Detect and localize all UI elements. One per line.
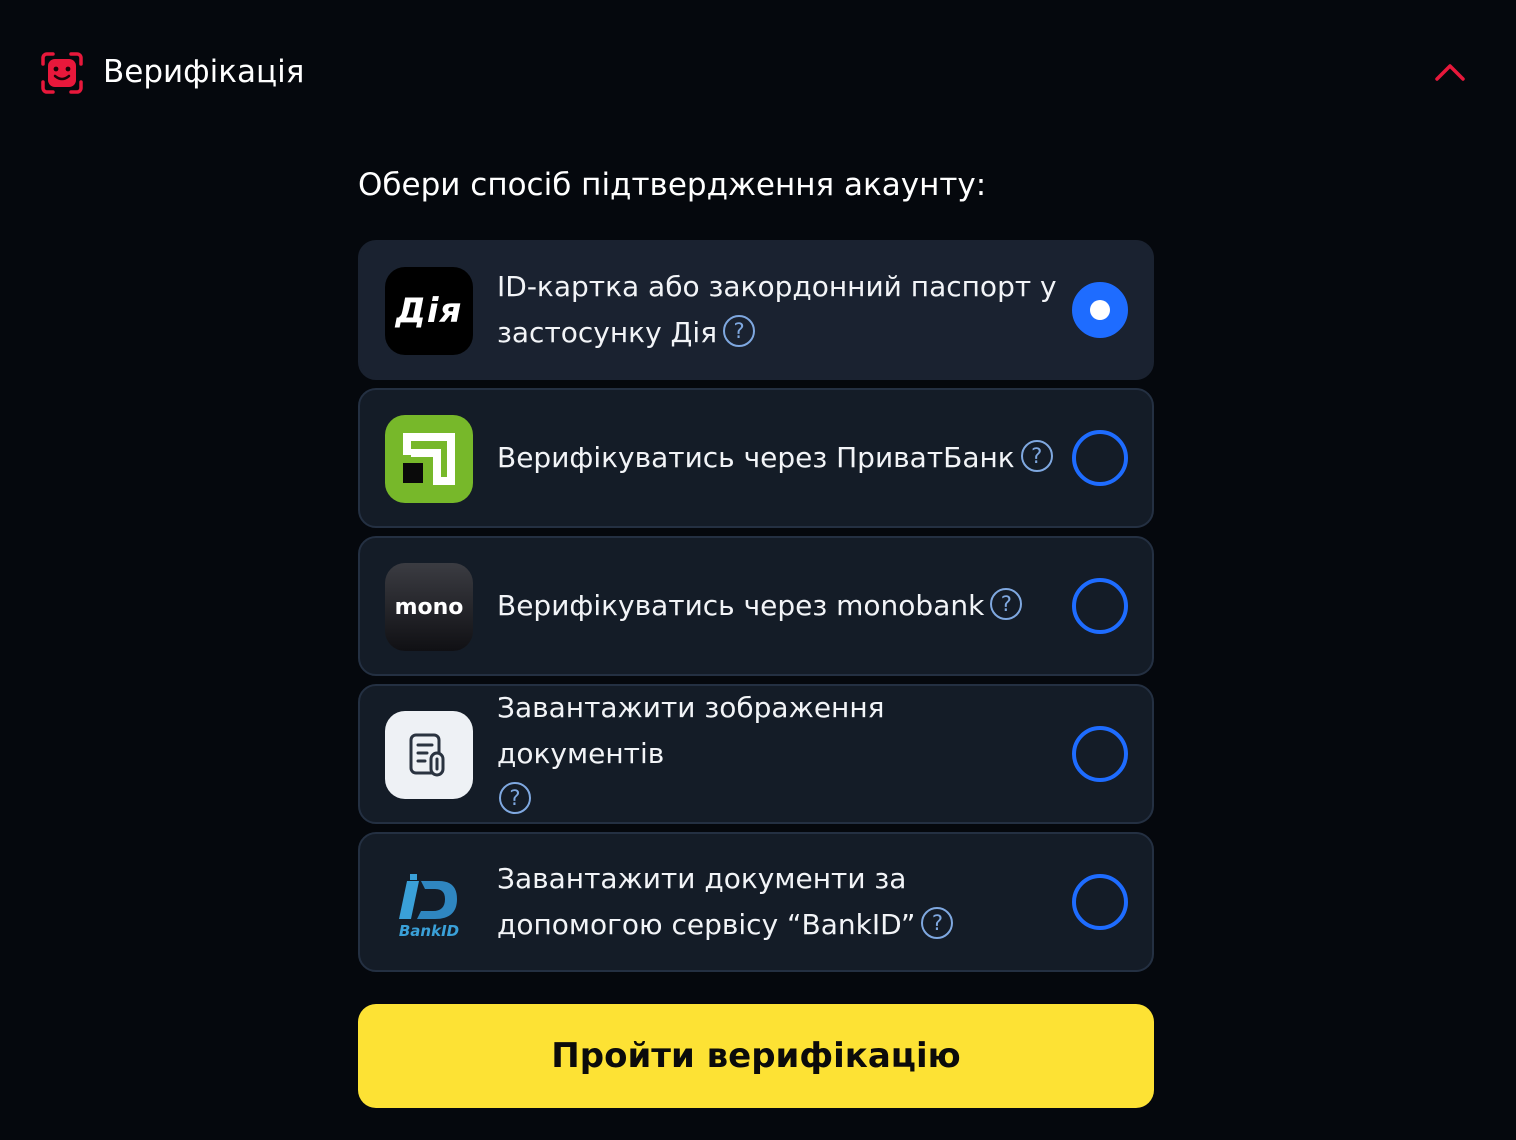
option-label: Верифікуватись через monobank <box>497 589 985 622</box>
option-document-upload[interactable]: Завантажити зображення документів? <box>358 684 1154 824</box>
bankid-logo-text: BankID <box>399 922 459 940</box>
help-icon[interactable]: ? <box>990 588 1023 620</box>
diia-logo: Дія <box>385 267 473 355</box>
diia-logo-text: Дія <box>395 291 463 331</box>
option-bankid[interactable]: BankID Завантажити документи за допомого… <box>358 832 1154 972</box>
verification-options: Дія ID-картка або закордонний паспорт у … <box>358 240 1154 980</box>
option-label: ID-картка або закордонний паспорт у заст… <box>497 270 1057 349</box>
privatbank-logo <box>385 415 473 503</box>
option-label: Завантажити зображення документів <box>497 691 885 770</box>
option-label: Верифікуватись через ПриватБанк <box>497 441 1015 474</box>
help-icon[interactable]: ? <box>1020 440 1053 472</box>
monobank-logo-text: mono <box>394 594 464 620</box>
section-header: Верифікація <box>0 0 1516 145</box>
radio-diia[interactable] <box>1072 282 1128 338</box>
monobank-logo: mono <box>385 563 473 651</box>
help-icon[interactable]: ? <box>499 782 531 814</box>
bankid-logo: BankID <box>385 859 473 947</box>
document-upload-icon <box>385 711 473 799</box>
section-title: Верифікація <box>103 54 305 90</box>
option-privatbank[interactable]: Верифікуватись через ПриватБанк? <box>358 388 1154 528</box>
option-diia[interactable]: Дія ID-картка або закордонний паспорт у … <box>358 240 1154 380</box>
chevron-up-icon <box>1435 64 1465 81</box>
option-monobank[interactable]: mono Верифікуватись через monobank? <box>358 536 1154 676</box>
radio-privatbank[interactable] <box>1072 430 1128 486</box>
help-icon[interactable]: ? <box>723 315 756 347</box>
radio-monobank[interactable] <box>1072 578 1128 634</box>
collapse-button[interactable] <box>1428 52 1472 92</box>
face-scan-icon <box>40 52 84 94</box>
verification-prompt: Обери спосіб підтвердження акаунту: <box>358 167 987 203</box>
radio-document-upload[interactable] <box>1072 726 1128 782</box>
help-icon[interactable]: ? <box>921 907 954 939</box>
radio-bankid[interactable] <box>1072 874 1128 930</box>
submit-verification-button[interactable]: Пройти верифікацію <box>358 1004 1154 1108</box>
option-label: Завантажити документи за допомогою серві… <box>497 862 916 941</box>
